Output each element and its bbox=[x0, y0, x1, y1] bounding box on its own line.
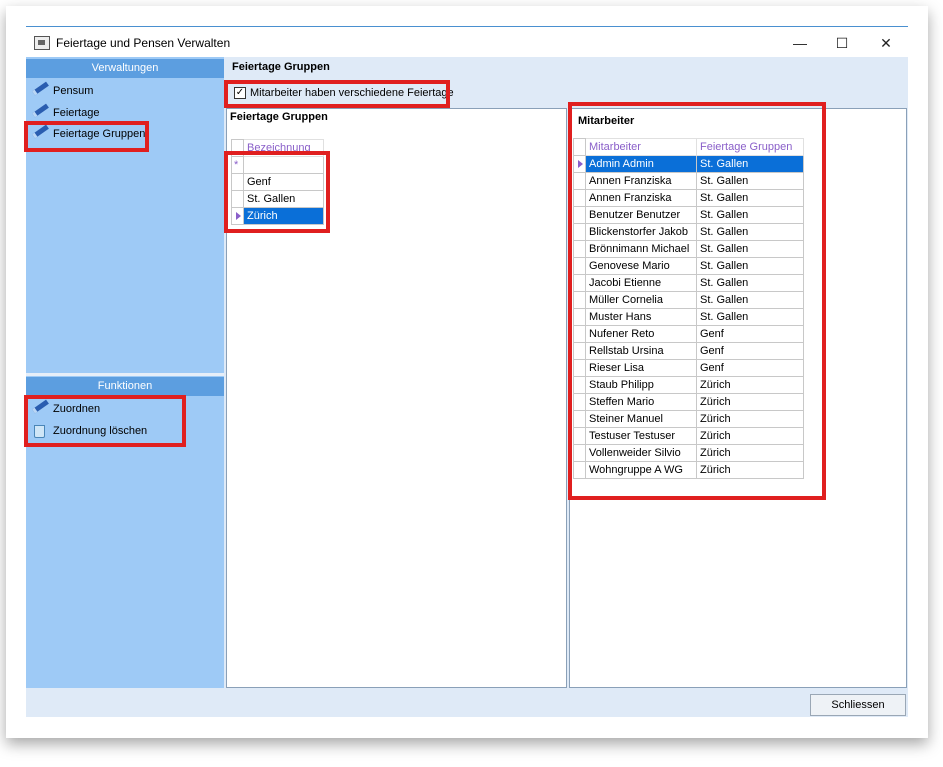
title-bar: Feiertage und Pensen Verwalten — ☐ ✕ bbox=[26, 30, 908, 56]
highlight-box bbox=[24, 121, 149, 152]
sidebar-header-verwaltungen: Verwaltungen bbox=[26, 59, 224, 78]
highlight-box bbox=[224, 151, 330, 233]
sidebar-item-label: Pensum bbox=[53, 85, 94, 97]
app-icon bbox=[34, 36, 50, 50]
pencil-icon bbox=[32, 81, 49, 96]
maximize-button[interactable]: ☐ bbox=[822, 32, 862, 54]
window-title: Feiertage und Pensen Verwalten bbox=[56, 36, 231, 50]
highlight-box bbox=[568, 102, 826, 500]
close-window-button[interactable]: ✕ bbox=[866, 32, 906, 54]
sidebar-header-funktionen: Funktionen bbox=[26, 377, 224, 396]
highlight-box bbox=[24, 395, 186, 447]
sidebar-divider bbox=[26, 373, 224, 376]
pencil-icon bbox=[32, 103, 49, 118]
minimize-button[interactable]: — bbox=[780, 32, 820, 54]
top-accent-line bbox=[26, 26, 908, 27]
page-title: Feiertage Gruppen bbox=[232, 61, 330, 73]
highlight-box bbox=[224, 80, 450, 108]
sidebar-item-feiertage[interactable]: Feiertage bbox=[30, 103, 100, 122]
sidebar-item-pensum[interactable]: Pensum bbox=[30, 81, 94, 100]
groups-panel-title: Feiertage Gruppen bbox=[230, 111, 328, 123]
close-button[interactable]: Schliessen bbox=[810, 694, 906, 716]
sidebar-item-label: Feiertage bbox=[53, 107, 100, 119]
